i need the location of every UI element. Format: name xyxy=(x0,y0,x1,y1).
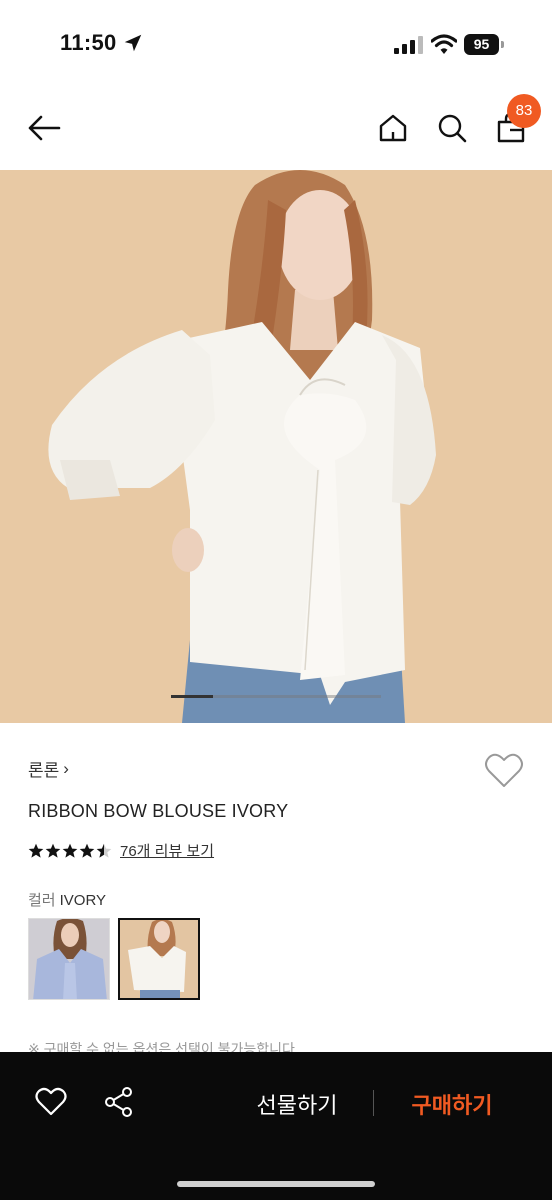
star-icon xyxy=(28,843,44,858)
share-icon xyxy=(105,1087,132,1117)
wishlist-heart-icon[interactable] xyxy=(484,752,524,790)
battery-indicator: 95 xyxy=(464,34,504,55)
review-link[interactable]: 76개 리뷰 보기 xyxy=(120,840,214,861)
color-swatch-blue[interactable] xyxy=(28,918,110,1000)
color-value: IVORY xyxy=(59,892,107,909)
swatch-ivory-photo xyxy=(120,920,198,998)
star-icon xyxy=(62,843,78,858)
star-icon xyxy=(96,843,112,858)
home-button[interactable] xyxy=(371,106,415,150)
product-photo xyxy=(0,170,552,723)
carousel-progress-active xyxy=(171,695,213,698)
star-icon xyxy=(79,843,95,858)
bottom-action-bar: 선물하기 구매하기 xyxy=(0,1052,552,1200)
back-button[interactable] xyxy=(22,106,66,150)
search-button[interactable] xyxy=(430,106,474,150)
status-time: 11:50 xyxy=(60,30,117,55)
cellular-signal-icon xyxy=(394,36,423,54)
cart-count-badge: 83 xyxy=(507,94,541,128)
rating-row: 76개 리뷰 보기 xyxy=(28,840,214,861)
search-icon xyxy=(438,114,467,143)
swatch-blue-photo xyxy=(29,919,109,999)
color-label-text: 컬러 xyxy=(28,892,56,909)
color-option-label: 컬러 IVORY xyxy=(28,889,106,910)
heart-icon xyxy=(35,1087,67,1116)
wishlist-button[interactable] xyxy=(31,1082,71,1122)
battery-tip xyxy=(501,41,504,48)
status-bar: 11:50 95 xyxy=(0,0,552,84)
star-icon xyxy=(45,843,61,858)
brand-link[interactable]: 론론 › xyxy=(28,756,69,781)
top-nav-bar: 83 xyxy=(0,84,552,170)
share-button[interactable] xyxy=(99,1082,139,1122)
carousel-progress xyxy=(171,695,381,698)
back-arrow-icon xyxy=(28,115,61,141)
product-image-carousel[interactable] xyxy=(0,170,552,723)
rating-stars xyxy=(28,843,112,859)
action-divider xyxy=(373,1090,374,1116)
color-swatch-ivory[interactable] xyxy=(118,918,200,1000)
buy-button[interactable]: 구매하기 xyxy=(394,1088,510,1120)
gift-button[interactable]: 선물하기 xyxy=(238,1088,356,1120)
wifi-icon xyxy=(431,34,457,54)
brand-name: 론론 xyxy=(28,761,60,780)
battery-level: 95 xyxy=(464,34,499,55)
product-title: RIBBON BOW BLOUSE IVORY xyxy=(28,801,289,821)
home-indicator xyxy=(177,1181,375,1187)
location-arrow-icon xyxy=(124,34,142,52)
chevron-right-icon: › xyxy=(63,758,69,778)
home-icon xyxy=(379,114,407,142)
